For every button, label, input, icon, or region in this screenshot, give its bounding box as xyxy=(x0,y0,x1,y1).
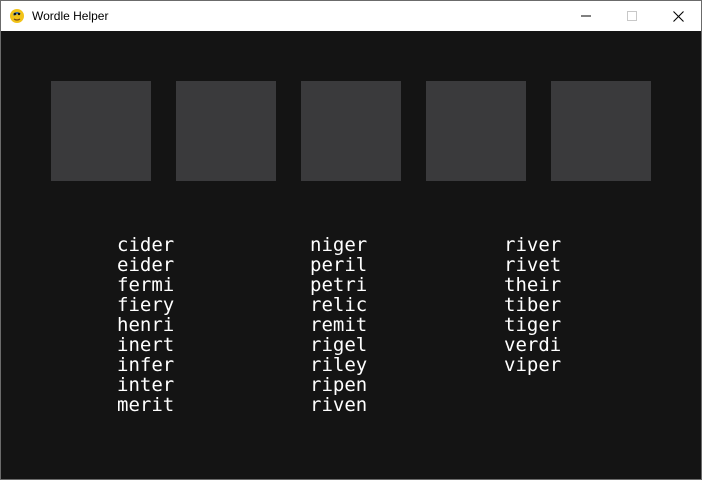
candidate-word: inert xyxy=(117,334,175,356)
candidate-word: rigel xyxy=(310,334,368,356)
candidate-word: merit xyxy=(117,394,175,416)
close-button[interactable] xyxy=(655,1,701,31)
candidate-word: their xyxy=(504,274,562,296)
title-bar[interactable]: Wordle Helper xyxy=(1,1,701,31)
letter-tile-1[interactable] xyxy=(51,81,151,181)
candidate-word: petri xyxy=(310,274,368,296)
letter-tile-5[interactable] xyxy=(551,81,651,181)
word-column-1: cider eider fermi fiery henri inert infe… xyxy=(117,235,174,415)
candidate-word: fermi xyxy=(117,274,175,296)
candidate-word: fiery xyxy=(117,294,175,316)
letter-tile-4[interactable] xyxy=(426,81,526,181)
candidate-word: infer xyxy=(117,354,175,376)
candidate-word: remit xyxy=(310,314,368,336)
maximize-icon xyxy=(627,11,637,21)
candidate-word: relic xyxy=(310,294,368,316)
app-window: Wordle Helper cider eider fermi fiery he… xyxy=(0,0,702,480)
candidate-word: peril xyxy=(310,254,368,276)
python-snake-icon xyxy=(10,9,24,23)
candidate-word: tiber xyxy=(504,294,562,316)
window-controls xyxy=(563,1,701,31)
main-canvas: cider eider fermi fiery henri inert infe… xyxy=(1,31,701,479)
candidate-word: tiger xyxy=(504,314,562,336)
candidate-word: niger xyxy=(310,234,368,256)
word-column-2: niger peril petri relic remit rigel rile… xyxy=(310,235,367,415)
close-icon xyxy=(672,10,684,22)
window-title: Wordle Helper xyxy=(32,9,109,23)
letter-tile-2[interactable] xyxy=(176,81,276,181)
candidate-word: ripen xyxy=(310,374,368,396)
candidate-word: viper xyxy=(504,354,562,376)
minimize-button[interactable] xyxy=(563,1,609,31)
candidate-word: inter xyxy=(117,374,175,396)
candidate-word: river xyxy=(504,234,562,256)
letter-tile-3[interactable] xyxy=(301,81,401,181)
word-column-3: river rivet their tiber tiger verdi vipe… xyxy=(504,235,561,375)
candidate-word: rivet xyxy=(504,254,562,276)
candidate-word: riley xyxy=(310,354,368,376)
candidate-word: verdi xyxy=(504,334,562,356)
candidate-word: eider xyxy=(117,254,175,276)
candidate-word: cider xyxy=(117,234,175,256)
candidate-word: riven xyxy=(310,394,368,416)
minimize-icon xyxy=(581,15,591,17)
candidate-word: henri xyxy=(117,314,175,336)
maximize-button[interactable] xyxy=(609,1,655,31)
